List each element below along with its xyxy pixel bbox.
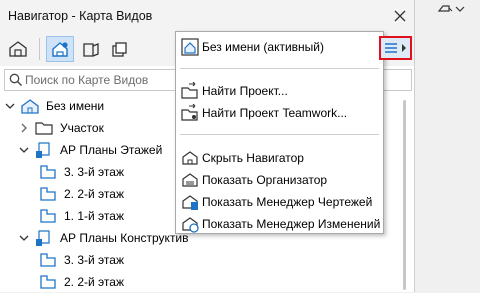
navigator-context-menu: Без имени (активный) Найти Проект... Най… — [175, 31, 412, 235]
tree-item-label: Участок — [60, 121, 104, 135]
floor-plan-icon — [38, 185, 58, 203]
chevron-down-icon[interactable] — [4, 100, 16, 112]
chevron-down-icon — [455, 6, 465, 12]
tree-item-floor-3[interactable]: 3. 3-й этаж — [38, 161, 124, 183]
chevron-right-icon[interactable] — [18, 122, 30, 134]
drawing-manager-icon — [180, 193, 200, 211]
menu-item-label: Показать Менеджер Изменений — [202, 217, 381, 231]
tree-item-structural-floor-2[interactable]: 2. 2-й этаж — [38, 271, 124, 293]
menu-item-show-change-manager[interactable]: Показать Менеджер Изменений — [176, 213, 383, 235]
fill-tool-icon — [437, 5, 453, 12]
menu-item-find-teamwork-project[interactable]: Найти Проект Teamwork... — [176, 102, 383, 124]
organizer-icon — [180, 171, 200, 189]
hide-navigator-icon — [180, 149, 200, 167]
folder-set-icon — [34, 141, 54, 159]
menu-item-label: Показать Менеджер Чертежей — [202, 195, 373, 209]
close-icon — [394, 10, 406, 22]
menu-item-label: Показать Организатор — [202, 173, 328, 187]
folder-set-icon — [34, 229, 54, 247]
change-manager-icon — [180, 215, 200, 233]
find-project-icon — [180, 81, 200, 100]
tree-item-ar-structural-plans[interactable]: АР Планы Конструктив — [18, 227, 189, 249]
layout-book-button[interactable] — [77, 36, 105, 62]
publisher-sets-button[interactable] — [106, 36, 134, 62]
floor-plan-icon — [38, 273, 58, 291]
floor-plan-icon — [38, 207, 58, 225]
tree-item-label: 1. 1-й этаж — [64, 209, 124, 223]
menu-item-label: Найти Проект... — [202, 84, 288, 98]
tree-item-project[interactable]: Без имени — [4, 95, 104, 117]
tree-item-label: 3. 3-й этаж — [64, 253, 124, 267]
menu-divider — [180, 134, 379, 135]
menu-item-label: Найти Проект Teamwork... — [202, 106, 348, 120]
chevron-down-icon[interactable] — [18, 144, 30, 156]
tree-item-label: 2. 2-й этаж — [64, 187, 124, 201]
title-bar: Навигатор - Карта Видов — [0, 0, 414, 32]
tree-item-ar-floor-plans[interactable]: АР Планы Этажей — [18, 139, 162, 161]
view-map-button[interactable] — [46, 36, 74, 62]
floor-plan-icon — [38, 251, 58, 269]
publisher-sets-icon — [112, 42, 127, 57]
tree-item-structural-floor-3[interactable]: 3. 3-й этаж — [38, 249, 124, 271]
vertical-scrollbar[interactable] — [403, 100, 406, 290]
menu-header[interactable]: Без имени (активный) — [176, 32, 383, 62]
menu-item-hide-navigator[interactable]: Скрыть Навигатор — [176, 147, 383, 169]
menu-divider — [180, 68, 379, 69]
menu-item-show-drawing-manager[interactable]: Показать Менеджер Чертежей — [176, 191, 383, 213]
menu-item-find-project[interactable]: Найти Проект... — [176, 80, 383, 102]
layout-book-icon — [83, 43, 99, 57]
project-view-icon — [180, 37, 200, 60]
chevron-down-icon[interactable] — [18, 232, 30, 244]
search-icon — [9, 73, 22, 86]
tree-item-label: 2. 2-й этаж — [64, 275, 124, 289]
background-toolbar-icon[interactable] — [437, 2, 465, 16]
tree-item-label: АР Планы Этажей — [60, 143, 163, 157]
view-map-icon — [52, 42, 68, 57]
toolbar-separator — [39, 38, 40, 60]
tree-item-label: АР Планы Конструктив — [60, 231, 189, 245]
project-map-icon — [9, 41, 27, 57]
project-map-button[interactable] — [4, 36, 32, 62]
menu-item-show-organizer[interactable]: Показать Организатор — [176, 169, 383, 191]
tree-item-site[interactable]: Участок — [18, 117, 104, 139]
window-title: Навигатор - Карта Видов — [8, 9, 153, 23]
tree-item-floor-1[interactable]: 1. 1-й этаж — [38, 205, 124, 227]
menu-options-button[interactable] — [379, 36, 412, 60]
hamburger-menu-icon — [385, 43, 397, 53]
menu-header-label: Без имени (активный) — [202, 40, 324, 54]
project-icon — [20, 97, 40, 115]
tree-item-floor-2[interactable]: 2. 2-й этаж — [38, 183, 124, 205]
close-button[interactable] — [390, 6, 410, 26]
tree-item-label: Без имени — [46, 99, 105, 113]
menu-item-label: Скрыть Навигатор — [202, 151, 304, 165]
triangle-right-icon — [402, 44, 406, 52]
tree-item-label: 3. 3-й этаж — [64, 165, 124, 179]
floor-plan-icon — [38, 163, 58, 181]
find-teamwork-icon — [180, 103, 200, 122]
folder-icon — [34, 119, 54, 137]
